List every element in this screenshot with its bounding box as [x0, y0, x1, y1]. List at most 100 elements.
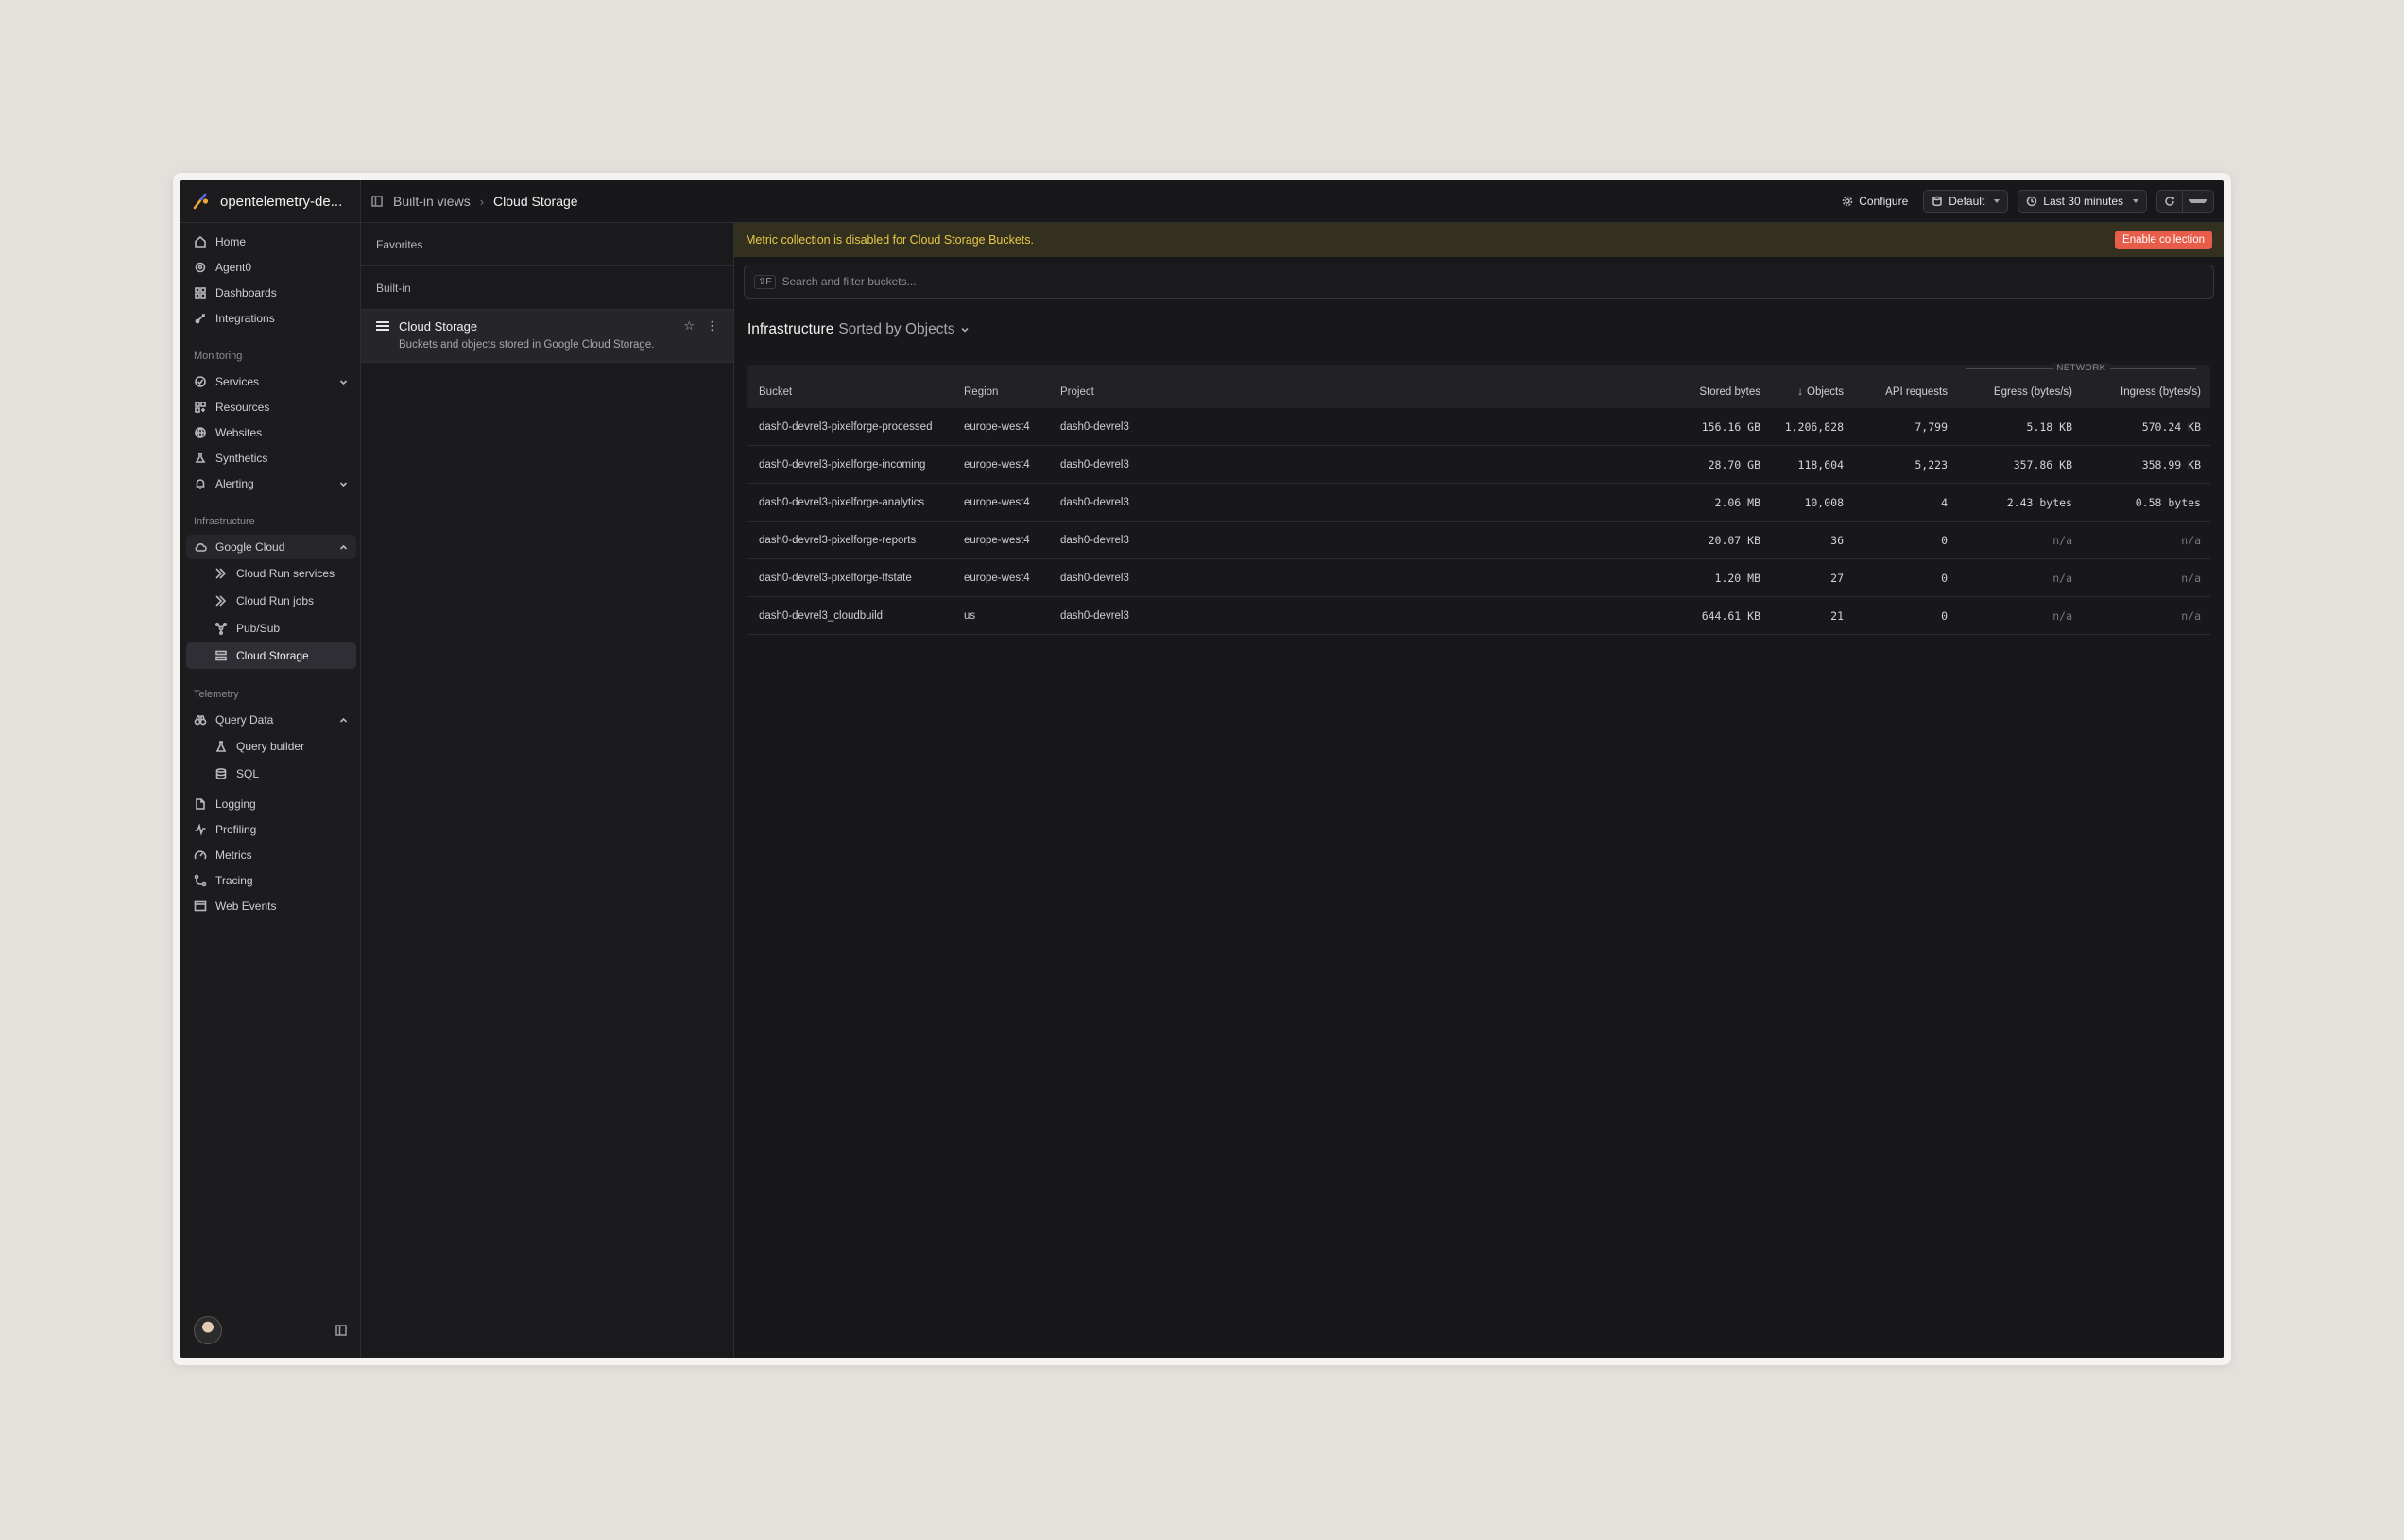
refresh-button[interactable]	[2157, 191, 2182, 212]
objects-cell: 36	[1830, 533, 1844, 547]
sidebar-item-web-events[interactable]: Web Events	[186, 894, 356, 918]
panel-icon[interactable]	[370, 195, 384, 208]
sidebar-item-label: Cloud Run services	[236, 567, 335, 580]
sidebar-item-label: Home	[215, 235, 247, 248]
sidebar-item-home[interactable]: Home	[186, 230, 356, 254]
sidebar-item-label: Query builder	[236, 740, 305, 753]
bell-icon	[196, 479, 205, 489]
favorites-header[interactable]: Favorites	[361, 223, 733, 266]
column-header-objects-label: Objects	[1807, 386, 1844, 398]
table-row[interactable]: dash0-devrel3-pixelforge-incoming europe-…	[747, 446, 2210, 484]
sidebar-item-alerting[interactable]: Alerting	[186, 471, 356, 496]
stored-bytes-cell: 28.70 GB	[1708, 457, 1760, 471]
sidebar-item-tracing[interactable]: Tracing	[186, 868, 356, 893]
project-cell: dash0-devrel3	[1060, 534, 1129, 546]
objects-cell: 118,604	[1797, 457, 1844, 471]
chevron-down-icon[interactable]	[338, 479, 349, 489]
sidebar-item-integrations[interactable]: Integrations	[186, 306, 356, 331]
sidebar-item-query-builder[interactable]: Query builder	[186, 733, 356, 760]
table-row[interactable]: dash0-devrel3-pixelforge-processed europe…	[747, 408, 2210, 446]
sidebar-item-logging[interactable]: Logging	[186, 792, 356, 816]
column-header-bucket[interactable]: Bucket	[759, 378, 792, 406]
sidebar-item-label: Logging	[215, 797, 256, 811]
more-vertical-icon[interactable]: ⋮	[706, 318, 718, 334]
avatar[interactable]	[194, 1316, 222, 1344]
sidebar-item-synthetics[interactable]: Synthetics	[186, 446, 356, 471]
chevron-up-icon[interactable]	[338, 542, 349, 553]
section-title: Infrastructure	[747, 321, 834, 337]
sidebar-item-cloud-run-jobs[interactable]: Cloud Run jobs	[186, 588, 356, 614]
synthetics-icon	[195, 453, 206, 463]
breadcrumb-parent[interactable]: Built-in views	[393, 194, 471, 209]
ingress-cell: 0.58 bytes	[2135, 495, 2201, 509]
sidebar-item-label: Alerting	[215, 477, 254, 490]
sidebar-item-agent0[interactable]: Agent0	[186, 255, 356, 280]
storage-icon	[215, 650, 227, 661]
table-row[interactable]: dash0-devrel3_cloudbuild us dash0-devrel3 6…	[747, 597, 2210, 635]
globe-icon	[195, 427, 206, 438]
resources-icon	[195, 402, 206, 413]
view-card-cloud-storage[interactable]: Cloud Storage Buckets and objects stored…	[361, 310, 733, 363]
clock-icon	[2026, 196, 2037, 207]
sidebar-item-label: Pub/Sub	[236, 622, 281, 635]
search-bar[interactable]: ⇧F	[744, 265, 2214, 299]
sort-selector[interactable]: Sorted by Objects	[838, 321, 954, 338]
sidebar-item-label: Profiling	[215, 823, 257, 836]
chevron-up-icon[interactable]	[338, 715, 349, 726]
column-header-ingress[interactable]: Ingress (bytes/s)	[2072, 378, 2201, 406]
sidebar-item-query-data[interactable]: Query Data	[186, 708, 356, 732]
app-window: opentelemetry-de... Home Agent0 Dashboar…	[173, 173, 2231, 1365]
column-header-region[interactable]: Region	[964, 378, 998, 406]
sidebar: opentelemetry-de... Home Agent0 Dashboar…	[180, 180, 361, 1358]
table-row[interactable]: dash0-devrel3-pixelforge-tfstate europe-w…	[747, 559, 2210, 597]
sidebar-item-google-cloud[interactable]: Google Cloud	[186, 535, 356, 559]
table-row[interactable]: dash0-devrel3-pixelforge-analytics europe…	[747, 484, 2210, 522]
time-range-select[interactable]: Last 30 minutes	[2018, 190, 2147, 213]
table-row[interactable]: dash0-devrel3-pixelforge-reports europe-w…	[747, 522, 2210, 559]
stored-bytes-cell: 2.06 MB	[1714, 495, 1760, 509]
app-root: opentelemetry-de... Home Agent0 Dashboar…	[180, 180, 2224, 1358]
column-header-api-requests[interactable]: API requests	[1844, 378, 1948, 406]
sidebar-item-label: Cloud Storage	[236, 649, 309, 662]
sidebar-item-label: Query Data	[215, 713, 274, 727]
configure-button[interactable]: Configure	[1836, 190, 1914, 213]
chevron-down-icon[interactable]	[338, 377, 349, 387]
sidebar-item-label: Cloud Run jobs	[236, 594, 315, 607]
sidebar-item-resources[interactable]: Resources	[186, 395, 356, 419]
bucket-cell: dash0-devrel3-pixelforge-analytics	[759, 496, 925, 508]
banner-text: Metric collection is disabled for Cloud …	[746, 233, 1035, 247]
refresh-options-button[interactable]	[2182, 191, 2213, 212]
sidebar-nav: Home Agent0 Dashboards Integrations Moni…	[186, 230, 356, 919]
column-header-objects[interactable]: ↓ Objects	[1759, 378, 1844, 406]
chevron-down-icon[interactable]	[960, 325, 970, 334]
builtin-header[interactable]: Built-in	[361, 266, 733, 310]
dataset-select[interactable]: Default	[1923, 190, 2009, 213]
bucket-cell: dash0-devrel3-pixelforge-reports	[759, 534, 917, 546]
sidebar-item-sql[interactable]: SQL	[186, 761, 356, 787]
sidebar-item-websites[interactable]: Websites	[186, 420, 356, 445]
sidebar-item-services[interactable]: Services	[186, 369, 356, 394]
org-switcher[interactable]: opentelemetry-de...	[180, 180, 361, 223]
star-icon[interactable]: ☆	[683, 318, 695, 334]
column-header-egress[interactable]: Egress (bytes/s)	[1948, 378, 2072, 406]
sidebar-item-label: Google Cloud	[215, 540, 285, 554]
sidebar-item-cloud-run-services[interactable]: Cloud Run services	[186, 560, 356, 587]
objects-cell: 27	[1830, 571, 1844, 585]
sidebar-item-pubsub[interactable]: Pub/Sub	[186, 615, 356, 642]
stored-bytes-cell: 156.16 GB	[1701, 419, 1760, 434]
sidebar-item-label: Agent0	[215, 261, 252, 274]
main-content: Metric collection is disabled for Cloud …	[734, 223, 2224, 1358]
sidebar-collapse-icon[interactable]	[335, 1324, 348, 1337]
search-input[interactable]	[781, 275, 2204, 288]
sidebar-item-profiling[interactable]: Profiling	[186, 817, 356, 842]
enable-collection-button[interactable]: Enable collection	[2115, 231, 2212, 249]
sidebar-item-dashboards[interactable]: Dashboards	[186, 281, 356, 305]
sidebar-item-cloud-storage[interactable]: Cloud Storage	[186, 642, 356, 669]
integrations-icon	[195, 314, 205, 324]
sidebar-item-metrics[interactable]: Metrics	[186, 843, 356, 867]
column-header-stored-bytes[interactable]: Stored bytes	[1647, 378, 1760, 406]
bucket-cell: dash0-devrel3-pixelforge-tfstate	[759, 572, 912, 584]
ingress-cell: 570.24 KB	[2141, 419, 2201, 434]
section-header: Infrastructure Sorted by Objects	[747, 321, 2224, 338]
column-header-project[interactable]: Project	[1060, 378, 1094, 406]
